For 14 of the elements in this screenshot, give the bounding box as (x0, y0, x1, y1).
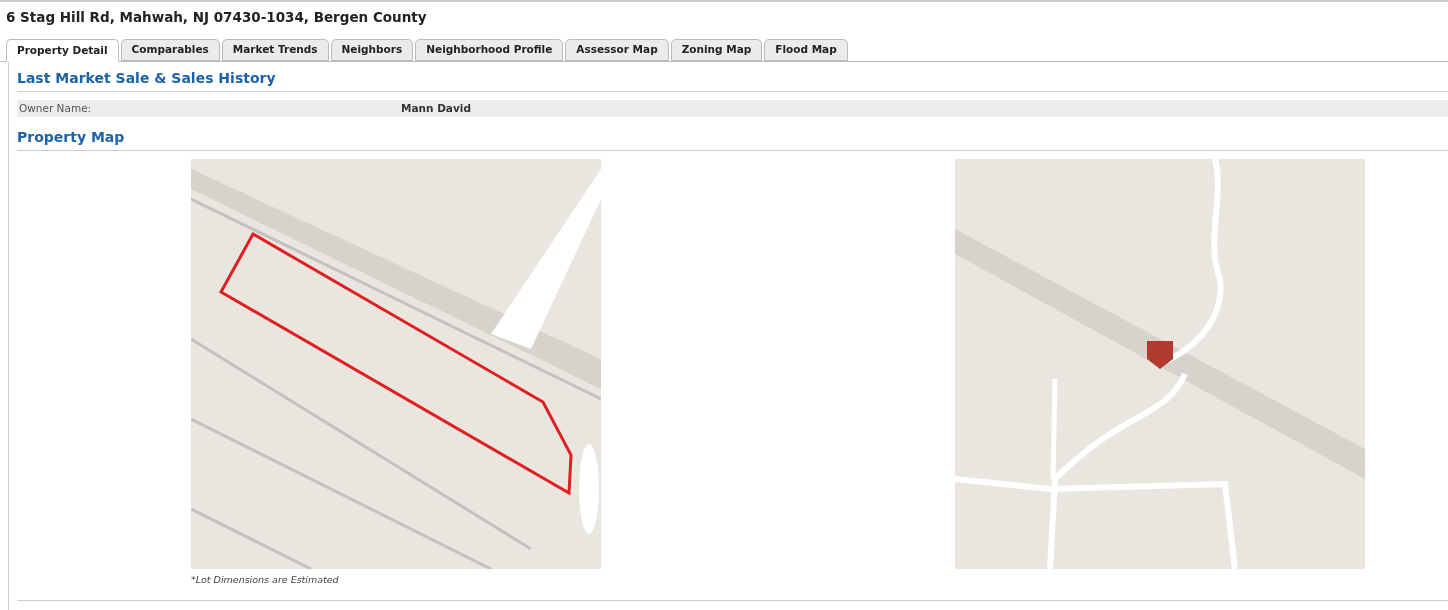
tab[interactable]: Zoning Map (670, 39, 763, 62)
tab[interactable]: Assessor Map (565, 39, 669, 62)
tab[interactable]: Property Detail (6, 39, 119, 63)
tab[interactable]: Neighbors (330, 39, 414, 62)
field-label: Owner Name: (18, 100, 93, 116)
section-heading: Property Map (17, 117, 1448, 152)
tab[interactable]: Neighborhood Profile (415, 39, 564, 62)
property-address: 6 Stag Hill Rd, Mahwah, NJ 07430-1034, Bergen County (5, 8, 428, 27)
section-heading: Last Market Sale & Sales History (17, 62, 1448, 93)
tab[interactable]: Flood Map (764, 39, 848, 62)
tab[interactable]: Market Trends (221, 39, 329, 62)
tab[interactable]: Comparables (120, 39, 220, 62)
lot-dimensions-note: *Lot Dimensions are Estimated (190, 573, 340, 588)
field-value: Mann David (401, 100, 471, 116)
